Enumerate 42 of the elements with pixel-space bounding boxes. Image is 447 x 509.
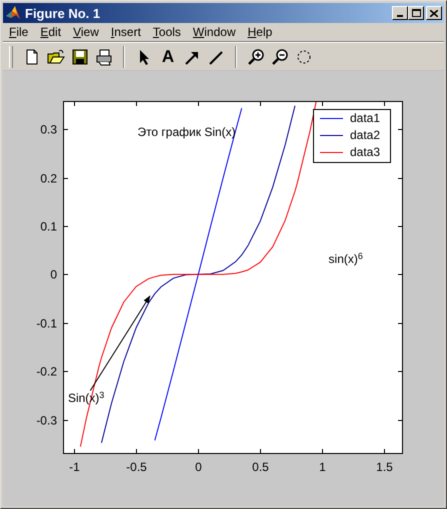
legend-label: data2	[350, 128, 380, 142]
menu-item[interactable]: Tools	[152, 23, 181, 41]
app-logo-icon	[5, 5, 21, 21]
x-tick-label: 1	[319, 460, 326, 474]
x-tick-label: 0.5	[252, 460, 269, 474]
zoom-in-icon	[247, 48, 265, 66]
annotation-text: Это график Sin(x)	[137, 126, 236, 138]
maximize-icon	[412, 9, 420, 17]
annotation-text: sin(x)$^{6}$	[328, 253, 363, 266]
menu-item[interactable]: Window	[192, 23, 236, 41]
window-title: Figure No. 1	[25, 6, 100, 20]
menu-item[interactable]: File	[9, 23, 28, 41]
close-icon	[430, 10, 438, 16]
y-tick-label: -0.3	[36, 414, 57, 428]
y-tick-label: -0.1	[36, 316, 57, 330]
x-tick-label: -1	[69, 460, 80, 474]
legend-line-sample	[320, 118, 344, 119]
x-tick-label: -0.5	[126, 460, 147, 474]
rotate-icon	[295, 48, 313, 66]
legend-line-sample	[320, 152, 344, 153]
y-tick-label: -0.2	[36, 364, 57, 378]
menu-item[interactable]: Insert	[110, 23, 141, 41]
y-tick-label: 0.1	[40, 220, 57, 234]
minimize-button[interactable]	[392, 6, 408, 20]
minimize-icon	[397, 15, 403, 17]
close-button[interactable]	[426, 6, 442, 20]
y-tick-label: 0.2	[40, 172, 57, 186]
open-folder-icon	[47, 48, 65, 66]
menu-item[interactable]: View	[73, 23, 99, 41]
legend-line-sample	[320, 135, 344, 136]
x-tick-label: 1.5	[376, 460, 393, 474]
y-tick-label: 0	[50, 268, 57, 282]
legend-label: data3	[350, 145, 380, 159]
x-tick-label: 0	[195, 460, 202, 474]
legend-label: data1	[350, 111, 380, 125]
maximize-button[interactable]	[408, 6, 424, 20]
text-tool-button[interactable]: A	[157, 46, 179, 68]
zoom-out-icon	[271, 48, 289, 66]
menu-item[interactable]: Help	[248, 23, 272, 41]
y-tick-label: 0.3	[40, 122, 57, 136]
menu-item[interactable]: Edit	[40, 23, 62, 41]
printer-icon	[95, 48, 113, 66]
